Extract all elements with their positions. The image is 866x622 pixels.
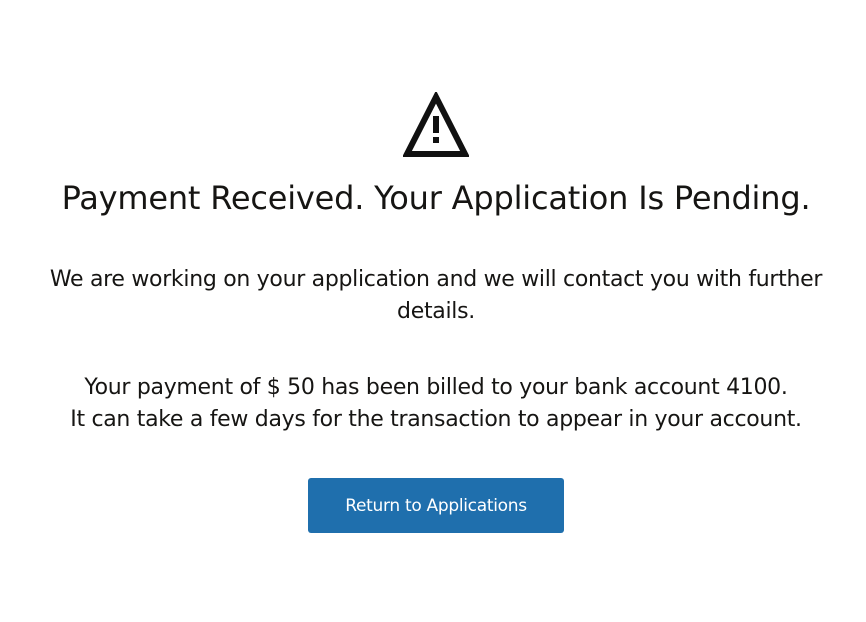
status-message: We are working on your application and w… — [49, 267, 823, 324]
page-title: Payment Received. Your Application Is Pe… — [61, 179, 811, 217]
billing-line-1: Your payment of $ 50 has been billed to … — [84, 375, 788, 400]
warning-icon — [403, 92, 469, 158]
billing-line-2: It can take a few days for the transacti… — [70, 407, 802, 432]
return-to-applications-button[interactable]: Return to Applications — [308, 478, 564, 533]
status-page: Payment Received. Your Application Is Pe… — [0, 0, 866, 622]
billing-details: Your payment of $ 50 has been billed to … — [0, 372, 866, 436]
